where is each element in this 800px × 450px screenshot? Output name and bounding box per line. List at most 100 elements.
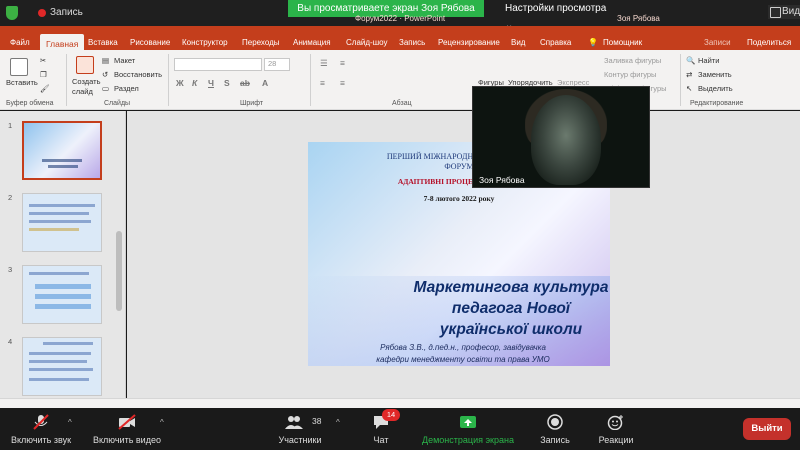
powerpoint-user: Зоя Рябова xyxy=(617,14,660,23)
share-screen-icon xyxy=(460,416,476,428)
participant-video-tile[interactable]: Зоя Рябова xyxy=(472,86,650,188)
align-center-icon[interactable]: ≡ xyxy=(340,78,345,88)
section-button[interactable]: Раздел xyxy=(114,84,139,93)
smiley-icon xyxy=(607,415,623,430)
start-video-button[interactable]: Включить видео xyxy=(86,408,168,450)
paste-button-label[interactable]: Вставить xyxy=(6,78,38,87)
share-screen-button[interactable]: Демонстрация экрана xyxy=(412,408,524,450)
select-icon: ↖ xyxy=(686,84,693,93)
slide-thumbnail-3[interactable] xyxy=(22,265,102,324)
recording-label: Запись xyxy=(50,7,83,18)
find-icon: 🔍 xyxy=(686,56,696,65)
authors-line: кафедри менеджменту освіти та права УМО xyxy=(376,355,550,364)
select-button[interactable]: Выделить xyxy=(698,84,733,93)
view-settings-label: Настройки просмотра xyxy=(505,3,607,14)
unmute-button[interactable]: Включить звук xyxy=(0,408,82,450)
reset-icon: ↺ xyxy=(102,70,109,79)
ribbon-divider xyxy=(680,54,681,106)
chat-label: Чат xyxy=(373,435,389,445)
cut-icon[interactable]: ✂ xyxy=(40,56,46,65)
layout-icon: ▤ xyxy=(102,56,110,65)
italic-button[interactable]: К xyxy=(192,78,197,88)
new-slide-icon[interactable] xyxy=(76,56,94,74)
ribbon-divider xyxy=(168,54,169,106)
chat-unread-badge: 14 xyxy=(382,409,400,421)
slide-main-title: Маркетингова культура педагога Нової укр… xyxy=(413,279,609,338)
shape-fill-button[interactable]: Заливка фигуры xyxy=(604,56,661,65)
thumbnails-scrollbar[interactable] xyxy=(116,231,122,311)
thumbnail-number: 4 xyxy=(8,337,13,346)
thumbnail-text-line xyxy=(29,220,91,223)
ribbon-home: Вставить ✂ ❐ 🖌 Буфер обмена Создать слай… xyxy=(0,50,800,110)
bold-button[interactable]: Ж xyxy=(176,78,184,88)
thumbnail-number: 1 xyxy=(8,121,13,130)
format-painter-icon[interactable]: 🖌 xyxy=(40,84,50,93)
thumbnail-text-line xyxy=(29,378,89,381)
audio-options-caret-icon[interactable]: ^ xyxy=(68,418,72,427)
recording-icon xyxy=(38,9,46,17)
bullets-icon[interactable]: ☰ xyxy=(320,58,328,69)
group-slides-label: Слайды xyxy=(104,100,131,107)
video-options-caret-icon[interactable]: ^ xyxy=(160,418,164,427)
thumbnail-text-line xyxy=(42,159,82,162)
shadow-button[interactable]: S xyxy=(224,78,230,88)
record-button[interactable]: Запись xyxy=(530,408,580,450)
copy-icon[interactable]: ❐ xyxy=(40,70,47,79)
zoom-top-bar: Запись Вы просматриваете экран Зоя Рябов… xyxy=(0,0,800,31)
participants-button[interactable]: 38 Участники xyxy=(270,408,330,450)
slide-thumbnail-2[interactable] xyxy=(22,193,102,252)
ribbon-divider xyxy=(66,54,67,106)
slide-date-line: 7-8 лютого 2022 року xyxy=(423,194,495,203)
paste-icon[interactable] xyxy=(10,58,28,76)
thumbnail-text-line xyxy=(35,304,91,309)
font-name-input[interactable] xyxy=(174,58,262,71)
thumbnail-text-line xyxy=(29,228,79,231)
thumbnail-text-line xyxy=(35,284,91,289)
strikethrough-button[interactable]: ab xyxy=(240,78,250,88)
slide-thumbnail-4[interactable] xyxy=(22,337,102,396)
reset-button[interactable]: Восстановить xyxy=(114,70,162,79)
thumbnail-text-line xyxy=(43,342,93,345)
thumbnail-text-line xyxy=(29,360,87,363)
thumbnail-text-line xyxy=(35,294,91,299)
record-label: Запись xyxy=(540,435,570,445)
align-left-icon[interactable]: ≡ xyxy=(320,78,325,88)
view-button[interactable]: Вид xyxy=(768,5,800,19)
group-editing-label: Редактирование xyxy=(690,100,744,107)
reactions-label: Реакции xyxy=(598,435,634,445)
security-shield-icon[interactable] xyxy=(6,6,18,20)
find-button[interactable]: Найти xyxy=(698,56,719,65)
participants-label: Участники xyxy=(278,435,322,445)
numbering-icon[interactable]: ≡ xyxy=(340,58,345,68)
ribbon-divider xyxy=(310,54,311,106)
view-label: Вид xyxy=(782,6,800,17)
participants-count: 38 xyxy=(312,416,322,426)
leave-meeting-button[interactable]: Выйти xyxy=(743,418,791,440)
reactions-button[interactable]: Реакции xyxy=(590,408,642,450)
share-screen-label: Демонстрация экрана xyxy=(422,435,514,445)
section-icon: ▭ xyxy=(102,84,110,93)
view-settings-menu[interactable]: Настройки просмотра ⌄ xyxy=(497,0,617,31)
layout-button[interactable]: Макет xyxy=(114,56,135,65)
thumbnail-text-line xyxy=(29,352,91,355)
zoom-meeting-controls: Включить звук ^ Включить видео ^ 38 Учас… xyxy=(0,408,800,450)
replace-button[interactable]: Заменить xyxy=(698,70,732,79)
slide-thumbnails-pane: 1 2 3 4 xyxy=(0,111,126,408)
thumbnail-text-line xyxy=(48,165,78,168)
underline-button[interactable]: Ч xyxy=(208,78,214,88)
thumbnail-text-line xyxy=(29,368,93,371)
thumbnail-text-line xyxy=(29,204,95,207)
font-color-button[interactable]: A xyxy=(262,78,268,88)
slide-thumbnail-1[interactable] xyxy=(22,121,102,180)
shape-outline-button[interactable]: Контур фигуры xyxy=(604,70,656,79)
participant-name: Зоя Рябова xyxy=(479,175,525,185)
powerpoint-status-bar xyxy=(0,398,800,408)
powerpoint-window-title: Форум2022 · PowerPoint xyxy=(355,14,446,23)
thumbnail-number: 2 xyxy=(8,193,13,202)
replace-icon: ⇄ xyxy=(686,70,693,79)
authors-line: Рябова З.В., д.пед.н., професор, завідув… xyxy=(380,343,546,352)
participants-caret-icon[interactable]: ^ xyxy=(336,418,340,427)
microphone-muted-icon xyxy=(33,414,49,430)
font-size-input[interactable]: 28 xyxy=(264,58,290,71)
new-slide-label[interactable]: Создать слайд xyxy=(72,77,106,97)
